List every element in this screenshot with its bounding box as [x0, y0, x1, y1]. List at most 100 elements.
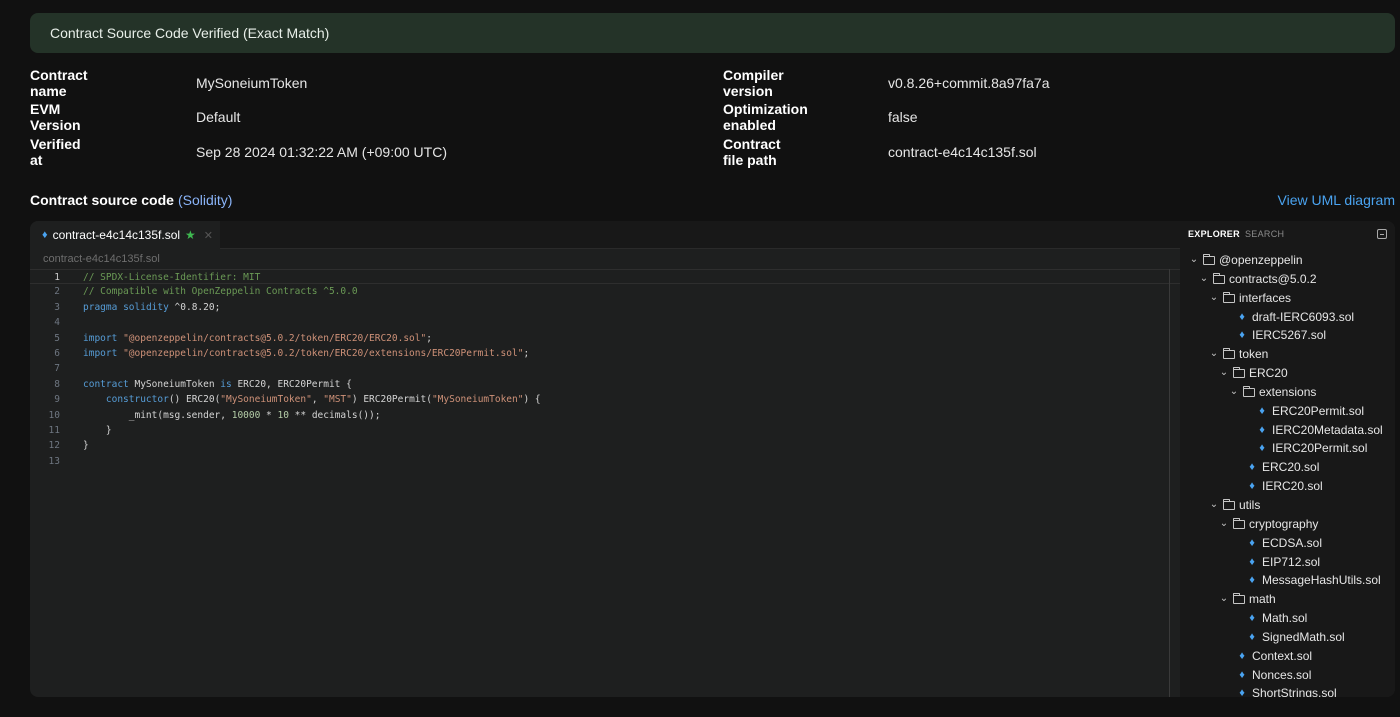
code-token: "@openzeppelin/contracts@5.0.2/token/ERC…	[123, 347, 524, 359]
solidity-file-icon: ♦	[1259, 442, 1265, 455]
tree-item-label: EIP712.sol	[1262, 554, 1321, 569]
code-token: ;	[523, 347, 530, 359]
solidity-file-icon: ♦	[1239, 687, 1245, 697]
editor-tab-label: contract-e4c14c135f.sol	[52, 228, 181, 242]
chevron-down-icon: ⌄	[1189, 254, 1199, 265]
code-token: // SPDX-License-Identifier: MIT	[83, 272, 261, 283]
folder-open-icon	[1223, 291, 1235, 303]
source-header: Contract source code (Solidity) View UML…	[30, 190, 1395, 210]
tree-file[interactable]: ♦ EIP712.sol	[1180, 553, 1395, 572]
tree-file[interactable]: ♦ IERC20Permit.sol	[1180, 439, 1395, 458]
tree-folder[interactable]: ⌄ token	[1180, 345, 1395, 364]
tree-folder[interactable]: ⌄ contracts@5.0.2	[1180, 270, 1395, 289]
folder-open-icon	[1203, 253, 1215, 265]
chevron-down-icon: ⌄	[1209, 348, 1219, 360]
line-number: 1	[54, 272, 60, 283]
tree-item-label: IERC20Permit.sol	[1272, 441, 1368, 456]
tree-folder[interactable]: ⌄ utils	[1180, 496, 1395, 515]
code-text: pragma solidity ^0.8.20;	[83, 300, 220, 315]
code-editor: ♦ contract-e4c14c135f.sol ★ ✕ contract-e…	[30, 221, 1395, 697]
info-label: Compiler version	[723, 67, 784, 99]
code-token: 10000	[231, 409, 261, 421]
verified-banner-text: Contract Source Code Verified (Exact Mat…	[50, 25, 330, 41]
info-label: Contract file path	[723, 136, 781, 168]
code-token: }	[83, 440, 89, 452]
line-number: 3	[54, 301, 60, 313]
code-token: ERC20, ERC20Permit {	[231, 378, 352, 390]
tree-file[interactable]: ♦ Context.sol	[1180, 647, 1395, 666]
info-value: false	[888, 109, 918, 125]
line-number: 8	[54, 378, 60, 390]
tree-file[interactable]: ♦ draft-IERC6093.sol	[1180, 308, 1395, 327]
tree-file[interactable]: ♦ IERC5267.sol	[1180, 326, 1395, 345]
code-token: // Compatible with OpenZeppelin Contract…	[83, 286, 358, 298]
info-label: EVM Version	[30, 101, 81, 133]
line-number: 5	[54, 332, 60, 344]
tree-item-label: Math.sol	[1262, 611, 1308, 626]
tree-file[interactable]: ♦ Math.sol	[1180, 609, 1395, 628]
solidity-file-icon: ♦	[1249, 555, 1255, 568]
code-line: 4	[30, 315, 1180, 330]
code-token: ** decimals());	[288, 409, 381, 421]
editor-tab[interactable]: ♦ contract-e4c14c135f.sol ★ ✕	[30, 221, 220, 249]
tab-explorer[interactable]: EXPLORER	[1188, 229, 1240, 239]
tree-item-label: SignedMath.sol	[1262, 629, 1345, 644]
tree-item-label: Context.sol	[1252, 648, 1313, 663]
tree-folder[interactable]: ⌄ math	[1180, 590, 1395, 609]
code-text: _mint(msg.sender, 10000 * 10 ** decimals…	[83, 408, 381, 423]
tree-file[interactable]: ♦ IERC20.sol	[1180, 477, 1395, 496]
solidity-file-icon: ♦	[1239, 668, 1245, 681]
verified-banner: Contract Source Code Verified (Exact Mat…	[30, 13, 1395, 53]
code-token: 10	[277, 409, 289, 421]
tree-folder[interactable]: ⌄ cryptography	[1180, 515, 1395, 534]
line-number: 11	[48, 424, 60, 436]
code-line: 11 }	[30, 423, 1180, 438]
tree-file[interactable]: ♦ MessageHashUtils.sol	[1180, 571, 1395, 590]
tree-file[interactable]: ♦ ERC20.sol	[1180, 458, 1395, 477]
folder-open-icon	[1223, 348, 1235, 360]
tree-item-label: utils	[1239, 497, 1261, 512]
tree-file[interactable]: ♦ ERC20Permit.sol	[1180, 402, 1395, 421]
tree-file[interactable]: ♦ SignedMath.sol	[1180, 628, 1395, 647]
line-number: 7	[54, 363, 60, 375]
folder-open-icon	[1223, 498, 1235, 510]
code-token: ,	[311, 394, 324, 406]
line-number: 2	[54, 286, 60, 298]
info-value: v0.8.26+commit.8a97fa7a	[888, 75, 1050, 91]
code-line: 9 constructor() ERC20("MySoneiumToken", …	[30, 392, 1180, 407]
view-uml-link[interactable]: View UML diagram	[1278, 192, 1396, 208]
info-value: Default	[196, 109, 241, 125]
folder-open-icon	[1233, 593, 1245, 605]
tree-file[interactable]: ♦ ECDSA.sol	[1180, 534, 1395, 553]
solidity-file-icon: ♦	[1249, 461, 1255, 474]
tree-folder[interactable]: ⌄ @openzeppelin	[1180, 251, 1395, 270]
code-token: import	[83, 347, 118, 359]
info-label: Verified at	[30, 136, 81, 168]
tree-item-label: ERC20Permit.sol	[1272, 403, 1365, 418]
tree-item-label: token	[1239, 347, 1269, 362]
chevron-down-icon: ⌄	[1199, 272, 1209, 284]
code-line: 8 contract MySoneiumToken is ERC20, ERC20…	[30, 377, 1180, 392]
close-icon[interactable]: ✕	[204, 229, 213, 242]
tree-folder[interactable]: ⌄ extensions	[1180, 383, 1395, 402]
solidity-file-icon: ♦	[1239, 310, 1245, 323]
tab-search[interactable]: SEARCH	[1245, 229, 1284, 239]
code-line: 13	[30, 454, 1180, 469]
line-number: 12	[48, 440, 60, 452]
tree-item-label: ERC20	[1249, 366, 1288, 381]
code-line: 6 import "@openzeppelin/contracts@5.0.2/t…	[30, 346, 1180, 361]
code-token: MySoneiumToken	[128, 378, 221, 390]
code-token: "MySoneiumToken"	[431, 394, 524, 406]
editor-breadcrumb: contract-e4c14c135f.sol	[43, 253, 160, 265]
tree-file[interactable]: ♦ ShortStrings.sol	[1180, 684, 1395, 697]
tree-item-label: extensions	[1259, 384, 1317, 399]
tree-folder[interactable]: ⌄ ERC20	[1180, 364, 1395, 383]
code-area[interactable]: 1 // SPDX-License-Identifier: MIT 2 // Comp…	[30, 269, 1180, 469]
tree-file[interactable]: ♦ IERC20Metadata.sol	[1180, 421, 1395, 440]
tree-file[interactable]: ♦ Nonces.sol	[1180, 666, 1395, 685]
code-line: 12}	[30, 438, 1180, 453]
collapse-all-icon[interactable]	[1377, 229, 1387, 239]
info-value: Sep 28 2024 01:32:22 AM (+09:00 UTC)	[196, 144, 447, 160]
tree-folder[interactable]: ⌄ interfaces	[1180, 289, 1395, 308]
